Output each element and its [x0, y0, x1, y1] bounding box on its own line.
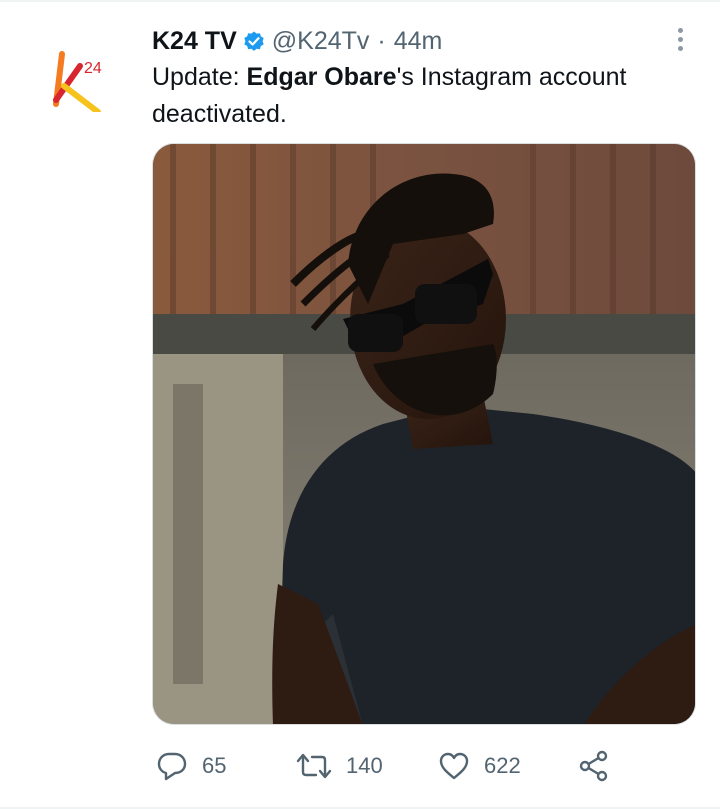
separator-dot: ·: [377, 27, 386, 55]
logo-text: 24: [84, 60, 102, 77]
mentioned-name: Edgar Obare: [246, 63, 397, 91]
timestamp[interactable]: 44m: [394, 24, 443, 58]
more-options-icon[interactable]: [670, 24, 690, 54]
share-button[interactable]: [578, 744, 624, 788]
reply-button[interactable]: 65: [156, 744, 226, 788]
reply-count: 65: [202, 753, 227, 778]
user-handle[interactable]: @K24Tv: [272, 24, 370, 58]
verified-badge-icon: [242, 29, 266, 53]
tweet-photo[interactable]: [152, 143, 696, 725]
avatar[interactable]: 24: [44, 40, 116, 112]
tweet-text: Update: Edgar Obare's Instagram account …: [152, 59, 692, 133]
heart-icon: [439, 752, 469, 780]
share-icon: [579, 750, 608, 782]
retweet-icon: [296, 753, 332, 779]
reply-icon: [157, 752, 187, 781]
retweet-button[interactable]: 140: [296, 744, 383, 788]
like-button[interactable]: 622: [438, 744, 521, 788]
display-name[interactable]: K24 TV: [152, 24, 237, 58]
retweet-count: 140: [346, 753, 383, 778]
tweet-header: K24 TV @K24Tv · 44m: [152, 24, 442, 58]
like-count: 622: [484, 753, 521, 778]
top-divider: [0, 0, 720, 2]
tweet-text-prefix: Update:: [152, 63, 247, 91]
tweet-actions: 65 140 622: [152, 744, 692, 788]
photo-icon: [153, 144, 695, 724]
k24-logo-icon: 24: [53, 51, 102, 112]
